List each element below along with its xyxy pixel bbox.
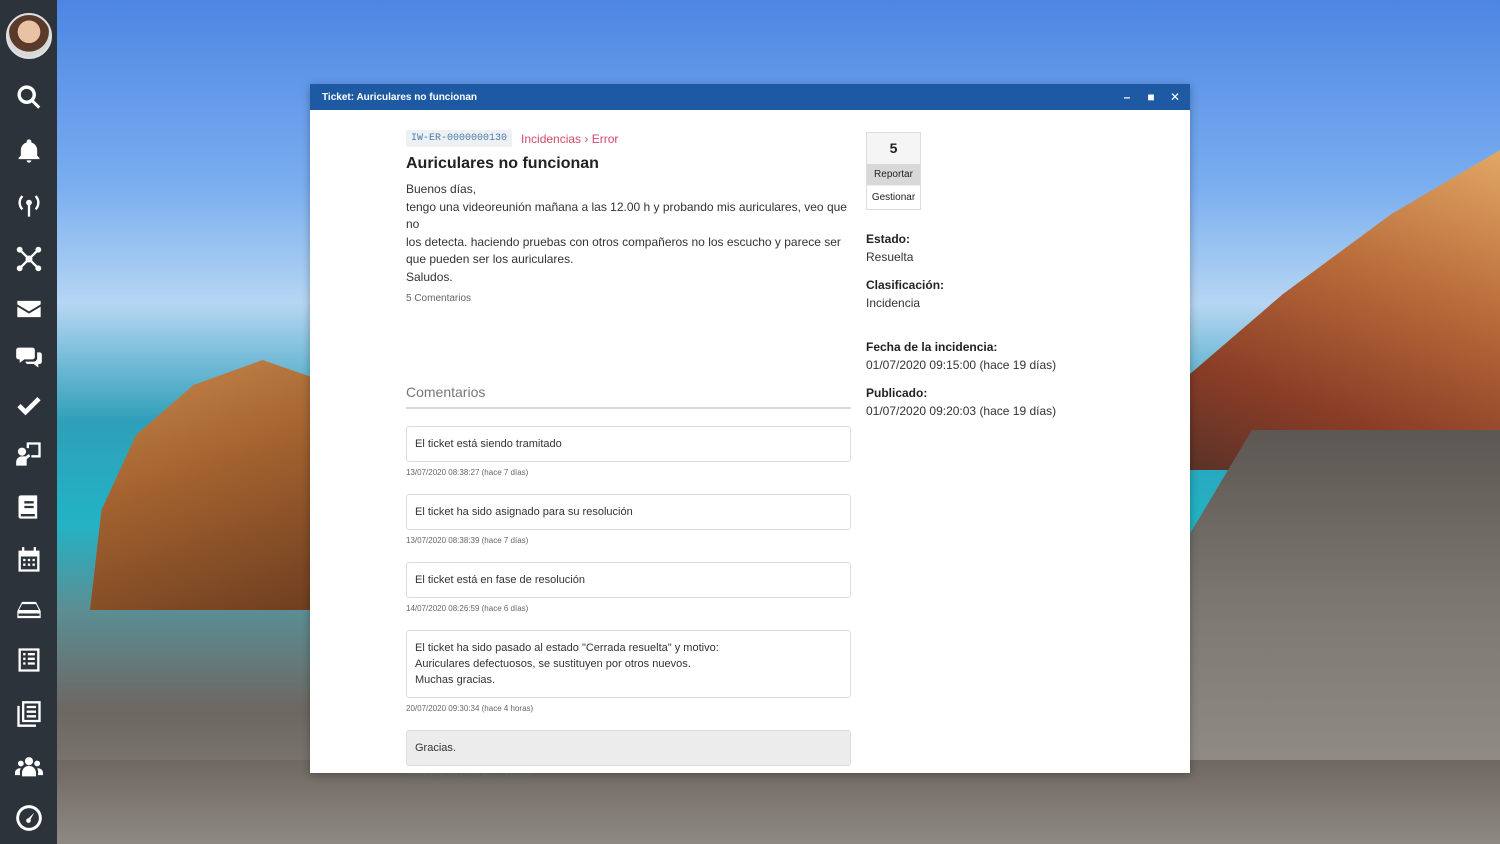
incident-date-value: 01/07/2020 09:15:00 (hace 19 días) [866, 358, 1057, 372]
status-label: Estado: [866, 232, 911, 246]
classification-label: Clasificación: [866, 278, 945, 292]
comment-date: 20/07/2020 09:30:34 (hace 4 horas) [406, 704, 534, 713]
manage-button[interactable]: Gestionar [867, 185, 920, 209]
helpdesk-icon[interactable] [9, 434, 49, 474]
comment-item: El ticket está siendo tramitado [406, 426, 851, 462]
comment-item: El ticket ha sido pasado al estado "Cerr… [406, 630, 851, 698]
comment-text: El ticket ha sido asignado para su resol… [415, 506, 633, 518]
ticket-body: Buenos días, tengo una videoreunión maña… [406, 181, 852, 286]
ticket-id: IW-ER-0000000130 [406, 130, 513, 147]
list-icon[interactable] [9, 640, 49, 680]
comment-date: 13/07/2020 08:38:27 (hace 7 días) [406, 468, 529, 477]
drive-icon[interactable] [9, 590, 49, 630]
background-rock [90, 360, 320, 610]
ticket-title: Auriculares no funcionan [406, 155, 599, 172]
network-icon[interactable] [9, 239, 49, 279]
ticket-body-line: los detecta. haciendo pruebas con otros … [406, 234, 841, 249]
check-icon[interactable] [9, 384, 49, 424]
comment-date: 20/07/2020 09:43:37 (hace 3 horas) [406, 772, 534, 781]
comment-item-own: Gracias. [406, 730, 851, 766]
news-icon[interactable] [9, 694, 49, 734]
calendar-icon[interactable] [9, 540, 49, 580]
chat-icon[interactable] [9, 337, 49, 377]
window-titlebar[interactable]: Ticket: Auriculares no funcionan – ■ ✕ [310, 84, 1190, 110]
avatar[interactable] [5, 13, 52, 59]
published-label: Publicado: [866, 386, 928, 400]
comment-text: El ticket está en fase de resolución [415, 574, 585, 586]
comment-date: 13/07/2020 08:38:39 (hace 7 días) [406, 536, 529, 545]
comment-date: 14/07/2020 08:26:59 (hace 6 días) [406, 604, 529, 613]
published-value: 01/07/2020 09:20:03 (hace 19 días) [866, 404, 1057, 418]
vote-box: 5 Reportar Gestionar [866, 132, 921, 210]
comment-text: El ticket ha sido pasado al estado "Cerr… [415, 642, 719, 654]
comment-text: Gracias. [415, 742, 456, 754]
vote-count: 5 [867, 133, 920, 164]
users-icon[interactable] [9, 747, 49, 787]
comment-text: Auriculares defectuosos, se sustituyen p… [415, 658, 691, 670]
mail-icon[interactable] [9, 289, 49, 329]
broadcast-icon[interactable] [9, 185, 49, 225]
sidebar [0, 0, 57, 844]
ticket-window: Ticket: Auriculares no funcionan – ■ ✕ I… [310, 84, 1190, 781]
classification-value: Incidencia [866, 296, 921, 310]
bell-icon[interactable] [9, 131, 49, 171]
close-icon[interactable]: ✕ [1168, 90, 1182, 104]
comment-text: Muchas gracias. [415, 674, 496, 686]
search-icon[interactable] [9, 77, 49, 117]
comment-item: El ticket ha sido asignado para su resol… [406, 494, 851, 530]
minimize-icon[interactable]: – [1120, 90, 1134, 104]
background-mountain [1190, 150, 1500, 470]
dashboard-icon[interactable] [9, 798, 49, 838]
ticket-body-line: tengo una videoreunión mañana a las 12.0… [406, 199, 847, 232]
comments-header: Comentarios [406, 384, 851, 409]
comment-text: El ticket está siendo tramitado [415, 438, 562, 450]
status-value: Resuelta [866, 250, 914, 264]
ticket-body-line: Saludos. [406, 269, 453, 284]
report-button[interactable]: Reportar [867, 164, 920, 185]
book-icon[interactable] [9, 487, 49, 527]
ticket-main: IW-ER-0000000130 Incidencias › Error Aur… [406, 130, 852, 781]
ticket-body-line: que pueden ser los auriculares. [406, 252, 574, 266]
ticket-category-link[interactable]: Incidencias › Error [521, 132, 618, 146]
comment-count-link[interactable]: 5 Comentarios [406, 293, 852, 304]
comment-item: El ticket está en fase de resolución [406, 562, 851, 598]
maximize-icon[interactable]: ■ [1144, 90, 1158, 104]
ticket-body-line: Buenos días, [406, 182, 477, 196]
incident-date-label: Fecha de la incidencia: [866, 340, 998, 354]
ticket-sidebar: 5 Reportar Gestionar Estado: Resuelta Cl… [866, 132, 1126, 418]
window-title: Ticket: Auriculares no funcionan [322, 91, 478, 103]
